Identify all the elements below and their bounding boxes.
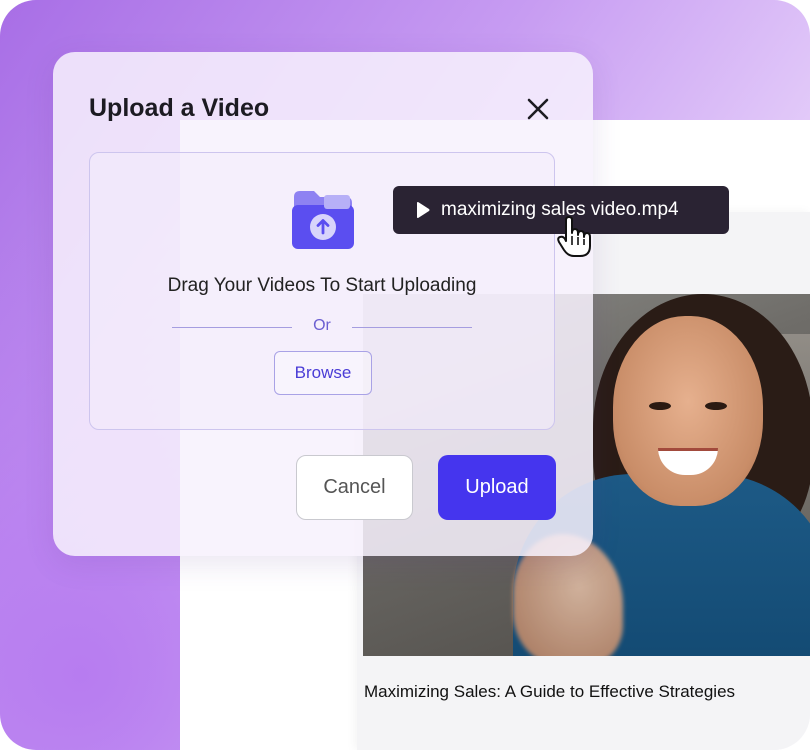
divider-line [352, 327, 472, 328]
presenter-smile [658, 448, 718, 475]
modal-title: Upload a Video [89, 94, 270, 122]
browse-button[interactable]: Browse [274, 351, 372, 395]
presenter-eye [705, 402, 727, 410]
close-button[interactable] [525, 96, 551, 122]
cancel-button[interactable]: Cancel [296, 455, 413, 520]
or-label: Or [313, 317, 331, 334]
drag-instructions: Drag Your Videos To Start Uploading [167, 275, 477, 296]
upload-modal: Upload a Video Drag Your Videos To Start… [53, 52, 593, 556]
close-icon [527, 98, 549, 120]
hand-pointer-icon [556, 216, 594, 263]
presenter-face [613, 316, 763, 506]
presenter-eye [649, 402, 671, 410]
play-icon [415, 201, 431, 219]
folder-upload-icon [290, 187, 356, 256]
or-divider: Or [172, 317, 472, 337]
video-title: Maximizing Sales: A Guide to Effective S… [364, 682, 736, 701]
upload-button[interactable]: Upload [438, 455, 556, 520]
divider-line [172, 327, 292, 328]
